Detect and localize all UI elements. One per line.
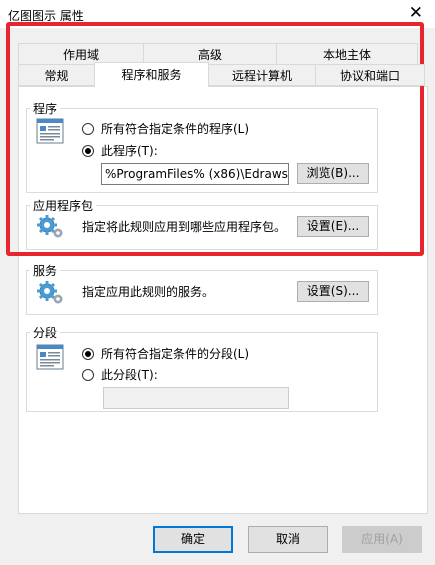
tab-local-principals[interactable]: 本地主体 [276, 43, 418, 65]
services-group-title: 服务 [30, 262, 61, 279]
tab-row-lower: 常规 程序和服务 远程计算机 协议和端口 [18, 62, 425, 87]
radio-all-segments-dot[interactable] [82, 348, 94, 360]
services-settings-button[interactable]: 设置(S)... [297, 281, 369, 302]
program-window-icon [36, 118, 64, 144]
services-description: 指定应用此规则的服务。 [82, 285, 215, 299]
packages-settings-button[interactable]: 设置(E)... [297, 216, 369, 237]
tab-remote-computers[interactable]: 远程计算机 [208, 64, 316, 86]
radio-this-segment[interactable]: 此分段(T): [82, 367, 158, 383]
cancel-button[interactable]: 取消 [248, 526, 328, 553]
tab-programs-services[interactable]: 程序和服务 [94, 62, 209, 87]
ok-button[interactable]: 确定 [153, 526, 233, 553]
tab-general[interactable]: 常规 [18, 64, 95, 86]
title-bar: 亿图图示 属性 ✕ [0, 0, 435, 28]
radio-all-segments[interactable]: 所有符合指定条件的分段(L) [82, 346, 249, 362]
segments-group-title: 分段 [30, 324, 61, 341]
radio-all-programs-dot[interactable] [82, 123, 94, 135]
window-title: 亿图图示 属性 [8, 9, 84, 23]
radio-this-program-dot[interactable] [82, 145, 94, 157]
radio-this-program[interactable]: 此程序(T): [82, 143, 158, 159]
radio-all-segments-label: 所有符合指定条件的分段(L) [101, 347, 250, 361]
segment-input[interactable] [103, 387, 289, 409]
tab-row-upper: 作用域 高级 本地主体 [18, 43, 418, 65]
package-gear-icon [36, 213, 64, 239]
program-path-input[interactable]: %ProgramFiles% (x86)\Edrawsoft [101, 163, 289, 185]
tab-protocols-ports[interactable]: 协议和端口 [315, 64, 425, 86]
segment-window-icon [36, 344, 64, 370]
packages-description: 指定将此规则应用到哪些应用程序包。 [82, 220, 287, 234]
programs-group-title: 程序 [30, 100, 61, 117]
radio-all-programs[interactable]: 所有符合指定条件的程序(L) [82, 121, 249, 137]
close-icon[interactable]: ✕ [409, 3, 423, 23]
radio-this-program-label: 此程序(T): [101, 144, 158, 158]
packages-group-title: 应用程序包 [30, 197, 97, 214]
radio-all-programs-label: 所有符合指定条件的程序(L) [101, 122, 250, 136]
radio-this-segment-dot[interactable] [82, 369, 94, 381]
service-gear-icon [36, 279, 64, 305]
apply-button: 应用(A) [342, 526, 422, 553]
radio-this-segment-label: 此分段(T): [101, 368, 158, 382]
browse-button[interactable]: 浏览(B)... [297, 163, 369, 184]
